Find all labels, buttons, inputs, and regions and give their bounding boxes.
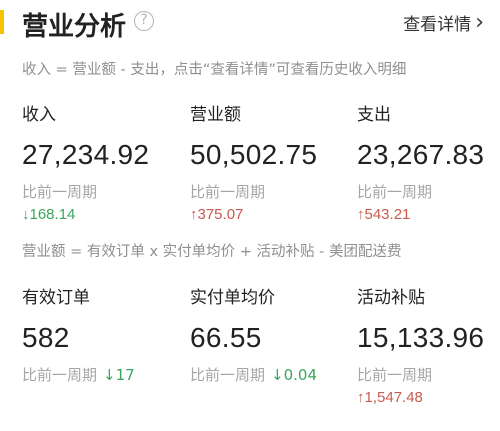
compare-label: 比前一周期 <box>22 183 98 201</box>
page-title: 营业分析 <box>22 12 127 42</box>
metric-turnover[interactable]: 营业额 50,502.75 比前一周期 ↑375.07 <box>190 100 350 223</box>
compare-label: 比前一周期 <box>22 366 98 384</box>
metric-delta: ↓17 <box>103 366 135 384</box>
metric-delta: ↑543.21 <box>357 206 411 223</box>
metric-value: 582 <box>22 322 70 353</box>
metric-value: 66.55 <box>190 322 262 353</box>
metric-valid-orders[interactable]: 有效订单 582 比前一周期 ↓17 <box>22 283 182 385</box>
compare-label: 比前一周期 <box>190 183 266 201</box>
metric-label: 实付单均价 <box>190 288 275 308</box>
metric-value: 27,234.92 <box>22 139 150 170</box>
view-details-label: 查看详情 <box>403 15 472 35</box>
metric-value: 23,267.83 <box>357 139 485 170</box>
compare-row: 比前一周期 ↓17 <box>22 364 182 385</box>
metric-expense[interactable]: 支出 23,267.83 比前一周期 ↑543.21 <box>357 100 500 223</box>
metric-delta: ↑1,547.48 <box>357 389 423 406</box>
turnover-formula-note: 营业额 = 有效订单 x 实付单均价 + 活动补贴 - 美团配送费 <box>22 244 402 260</box>
metric-subsidy[interactable]: 活动补贴 15,133.96 比前一周期 ↑1,547.48 <box>357 283 500 406</box>
metric-label: 活动补贴 <box>357 288 425 308</box>
metric-delta: ↑375.07 <box>190 206 244 223</box>
metric-label: 有效订单 <box>22 288 90 308</box>
view-details-link[interactable]: 查看详情 › <box>403 10 484 35</box>
help-icon[interactable]: ? <box>134 11 154 31</box>
metric-avg-price[interactable]: 实付单均价 66.55 比前一周期 ↓0.04 <box>190 283 350 385</box>
compare-label: 比前一周期 <box>357 183 433 201</box>
metric-delta: ↓0.04 <box>271 366 317 384</box>
compare-row: 比前一周期 ↓0.04 <box>190 364 350 385</box>
chevron-right-icon: › <box>475 9 484 35</box>
compare-label: 比前一周期 <box>357 366 433 384</box>
metric-income[interactable]: 收入 27,234.92 比前一周期 ↓168.14 <box>22 100 182 223</box>
metric-delta: ↓168.14 <box>22 206 76 223</box>
revenue-formula-note: 收入 = 营业额 - 支出，点击“查看详情”可查看历史收入明细 <box>22 62 407 78</box>
title-accent-bar <box>0 10 4 34</box>
metric-label: 营业额 <box>190 105 241 125</box>
metric-label: 收入 <box>22 105 56 125</box>
compare-label: 比前一周期 <box>190 366 266 384</box>
metric-value: 15,133.96 <box>357 322 485 353</box>
metric-label: 支出 <box>357 105 391 125</box>
metric-value: 50,502.75 <box>190 139 318 170</box>
